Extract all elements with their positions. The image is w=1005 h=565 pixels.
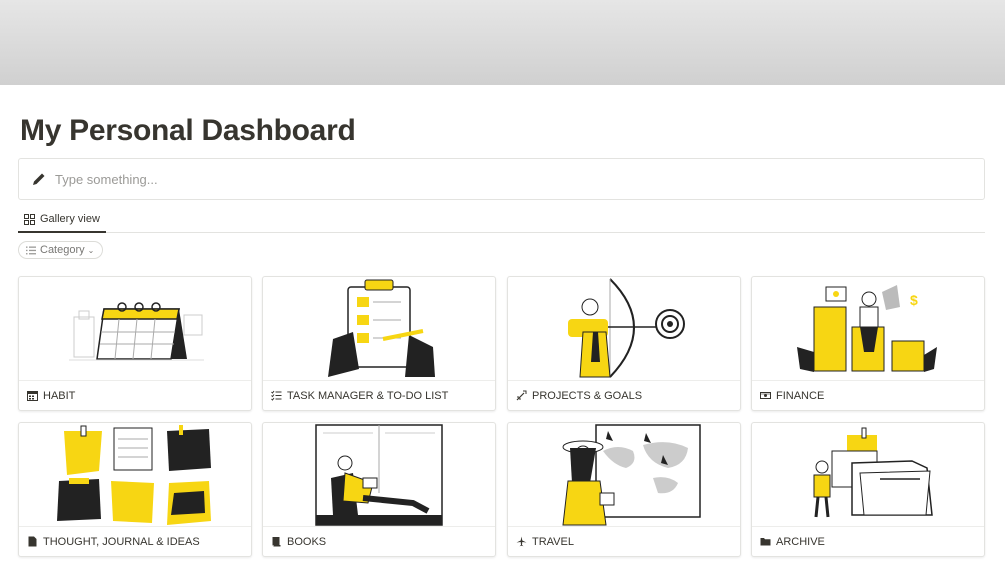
page-cover[interactable]: [0, 0, 1005, 85]
card-caption: HABIT: [19, 380, 251, 410]
category-filter-label: Category: [40, 244, 85, 256]
travel-illustration: [562, 424, 701, 526]
books-illustration: [315, 424, 443, 526]
grid-icon: [24, 213, 35, 225]
dart-icon: [516, 390, 527, 401]
money-icon: [760, 392, 771, 399]
card-title: PROJECTS & GOALS: [532, 389, 643, 402]
habit-illustration: [69, 302, 204, 361]
list-icon: [26, 246, 36, 254]
tab-gallery-view-label: Gallery view: [40, 213, 100, 225]
card-title: THOUGHT, JOURNAL & IDEAS: [43, 535, 200, 548]
card-title: BOOKS: [287, 535, 327, 548]
card-title: TRAVEL: [532, 535, 574, 548]
checklist-icon: [271, 390, 282, 401]
card-caption: BOOKS: [263, 526, 495, 556]
document-icon: [28, 536, 37, 547]
tab-gallery-view[interactable]: Gallery view: [18, 207, 106, 233]
book-icon: [272, 537, 281, 547]
card-caption: PROJECTS & GOALS: [508, 380, 740, 410]
gallery-card-archive[interactable]: ARCHIVE: [751, 422, 985, 557]
task-manager-illustration: [328, 279, 435, 377]
page-title: My Personal Dashboard: [20, 114, 356, 147]
quick-note-callout[interactable]: Type something...: [18, 158, 985, 200]
folder-icon: [760, 538, 771, 546]
airplane-icon: [516, 536, 527, 547]
card-caption: TRAVEL: [508, 526, 740, 556]
calendar-icon: [27, 391, 38, 401]
card-title: FINANCE: [776, 389, 825, 402]
card-title: TASK MANAGER & TO-DO LIST: [287, 389, 449, 402]
finance-illustration: $: [797, 285, 937, 372]
card-title: HABIT: [43, 389, 76, 402]
archive-illustration: [813, 427, 933, 518]
card-caption: TASK MANAGER & TO-DO LIST: [263, 380, 495, 410]
category-filter[interactable]: Category ⌄: [18, 241, 104, 259]
gallery-card-books[interactable]: BOOKS: [262, 422, 496, 557]
chevron-down-icon: ⌄: [87, 245, 95, 255]
card-caption: ARCHIVE: [752, 526, 984, 556]
gallery-card-task-manager[interactable]: TASK MANAGER & TO-DO LIST: [262, 276, 496, 411]
gallery-card-finance[interactable]: $ FINANCE: [751, 276, 985, 411]
gallery-card-travel[interactable]: TRAVEL: [507, 422, 741, 557]
card-title: ARCHIVE: [776, 535, 825, 548]
pencil-icon: [33, 173, 45, 185]
view-tabs: Gallery view: [18, 207, 985, 233]
journal-illustration: [57, 425, 211, 525]
gallery-card-journal[interactable]: THOUGHT, JOURNAL & IDEAS: [18, 422, 252, 557]
projects-goals-illustration: [568, 278, 685, 378]
card-caption: THOUGHT, JOURNAL & IDEAS: [19, 526, 251, 556]
gallery-card-projects-goals[interactable]: PROJECTS & GOALS: [507, 276, 741, 411]
svg-text:$: $: [910, 292, 918, 308]
gallery-card-habit[interactable]: HABIT: [18, 276, 252, 411]
callout-placeholder[interactable]: Type something...: [55, 172, 158, 187]
card-caption: FINANCE: [752, 380, 984, 410]
